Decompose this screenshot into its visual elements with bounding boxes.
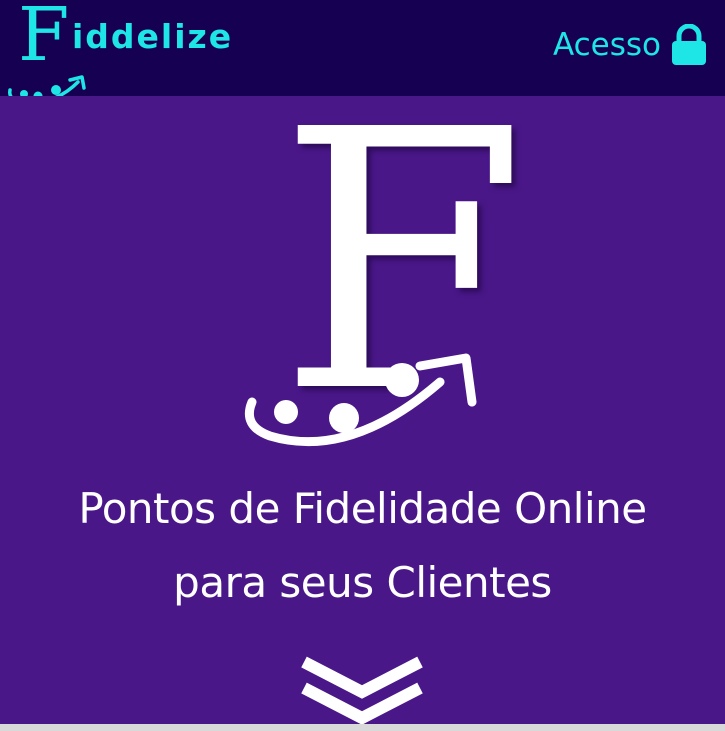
bottom-divider <box>0 724 725 731</box>
login-label: Acesso <box>552 26 661 63</box>
brand-logo[interactable]: F iddelize <box>4 0 294 105</box>
login-link[interactable]: Acesso <box>553 24 709 66</box>
swoosh-dots-icon <box>244 353 477 447</box>
hero-section: F Pontos de Fidelidade Online para seus … <box>0 84 725 724</box>
headline-line-1: Pontos de Fidelidade Online <box>78 484 647 533</box>
logo-wordmark: iddelize <box>72 17 234 56</box>
chevron-down-icon[interactable] <box>296 654 428 724</box>
headline-line-2: para seus Clientes <box>173 558 552 607</box>
hero-logo: F <box>240 84 526 452</box>
hero-headline: Pontos de Fidelidade Online para seus Cl… <box>0 472 725 620</box>
logo-letter: F <box>18 0 70 78</box>
lock-icon <box>672 24 706 65</box>
